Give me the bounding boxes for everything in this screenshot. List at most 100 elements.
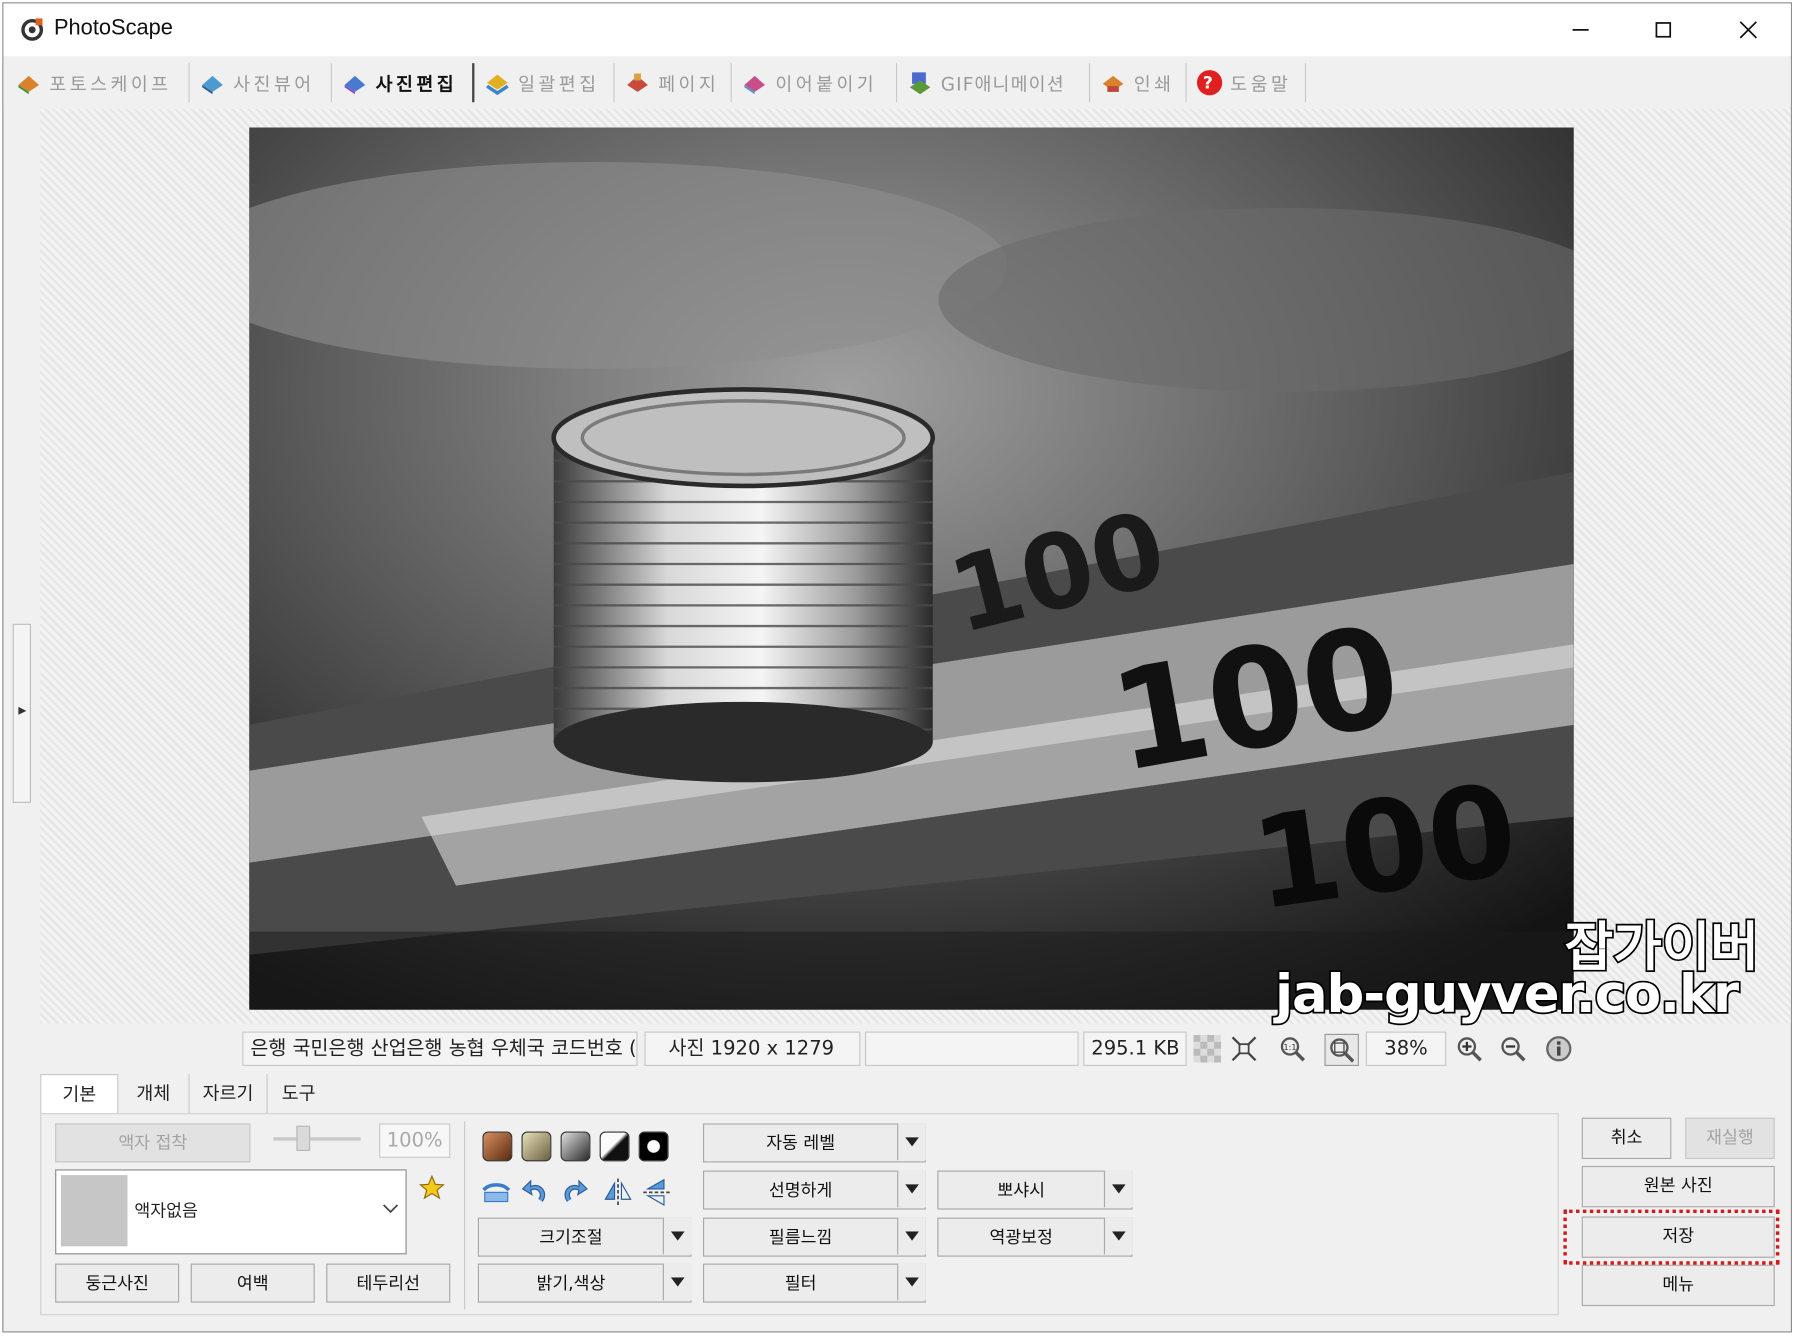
batch-editor-icon bbox=[486, 74, 509, 96]
filter-button[interactable]: 필터 bbox=[703, 1263, 926, 1303]
menu-button[interactable]: 메뉴 bbox=[1581, 1264, 1775, 1307]
tab-label: 페이지 bbox=[658, 73, 720, 96]
panel-divider bbox=[464, 1121, 466, 1310]
tab-label: 인쇄 bbox=[1133, 73, 1175, 96]
resize-dropdown-arrow[interactable] bbox=[662, 1217, 692, 1255]
tab-label: GIF애니메이션 bbox=[940, 73, 1065, 96]
original-photo-button[interactable]: 원본 사진 bbox=[1581, 1165, 1775, 1208]
editor-canvas[interactable]: 100 100 100 bbox=[40, 109, 1791, 1024]
photo-editor-icon bbox=[344, 75, 366, 95]
auto-level-dropdown[interactable]: 자동 레벨 bbox=[703, 1123, 926, 1163]
side-panel-toggle[interactable]: ▶ bbox=[12, 623, 32, 803]
auto-level-dropdown-arrow[interactable] bbox=[897, 1123, 926, 1161]
svg-text:1:1: 1:1 bbox=[1284, 1043, 1297, 1052]
backlight-dropdown-arrow[interactable] bbox=[1103, 1217, 1133, 1255]
subtab-crop[interactable]: 자르기 bbox=[190, 1074, 268, 1114]
undo-button[interactable]: 취소 bbox=[1581, 1117, 1672, 1160]
tab-label: 사진뷰어 bbox=[233, 73, 315, 96]
frame-apply-button[interactable]: 액자 접착 bbox=[55, 1123, 251, 1163]
film-effect-button[interactable]: 필름느낌 bbox=[703, 1217, 926, 1257]
tab-help[interactable]: ? 도움말 bbox=[1189, 63, 1307, 103]
flip-vertical-icon[interactable] bbox=[641, 1176, 673, 1208]
border-line-button[interactable]: 테두리선 bbox=[326, 1263, 451, 1303]
resize-button[interactable]: 크기조절 bbox=[477, 1217, 692, 1257]
frame-select[interactable]: 액자없음 bbox=[55, 1169, 407, 1255]
negative-button[interactable] bbox=[638, 1131, 669, 1162]
rotate-right-icon[interactable] bbox=[558, 1176, 590, 1208]
edited-photo[interactable]: 100 100 100 bbox=[249, 127, 1574, 1010]
coin-stack-photo: 100 100 100 bbox=[249, 127, 1574, 1010]
bloom-dropdown[interactable]: 뽀샤시 bbox=[937, 1170, 1133, 1210]
vintage-tone-button[interactable] bbox=[521, 1131, 552, 1162]
film-effect-dropdown[interactable]: 필름느낌 bbox=[703, 1217, 926, 1257]
tab-combine[interactable]: 이어붙이기 bbox=[734, 63, 898, 103]
frame-percent-input[interactable]: 100% bbox=[379, 1123, 451, 1158]
subtab-tools[interactable]: 도구 bbox=[268, 1074, 330, 1113]
close-icon bbox=[1739, 21, 1757, 39]
redo-button[interactable]: 재실행 bbox=[1685, 1117, 1775, 1160]
sharpen-dropdown[interactable]: 선명하게 bbox=[703, 1170, 926, 1210]
status-dimensions: 사진 1920 x 1279 bbox=[644, 1031, 861, 1066]
zoom-level: 38% bbox=[1365, 1031, 1447, 1066]
fit-screen-icon[interactable] bbox=[1228, 1034, 1260, 1064]
tab-label: 포토스케이프 bbox=[49, 73, 172, 96]
photoscape-logo-icon bbox=[21, 18, 44, 41]
minimize-icon bbox=[1572, 29, 1589, 31]
tab-photo-editor[interactable]: 사진편집 bbox=[334, 63, 475, 103]
round-photo-button[interactable]: 둥근사진 bbox=[55, 1263, 180, 1303]
zoom-fit-icon[interactable] bbox=[1324, 1033, 1359, 1066]
triangle-down-icon bbox=[1111, 1184, 1126, 1194]
zoom-actual-icon[interactable]: 1:1 bbox=[1276, 1034, 1308, 1064]
tab-page[interactable]: 페이지 bbox=[617, 63, 732, 103]
filter-dropdown[interactable]: 필터 bbox=[703, 1263, 926, 1303]
minimize-button[interactable] bbox=[1540, 10, 1620, 49]
maximize-icon bbox=[1655, 22, 1672, 38]
chevron-down-icon bbox=[383, 1204, 399, 1214]
status-empty bbox=[864, 1031, 1079, 1066]
brightness-color-dropdown-arrow[interactable] bbox=[662, 1263, 692, 1301]
resize-dropdown[interactable]: 크기조절 bbox=[477, 1217, 692, 1257]
zoom-out-icon[interactable] bbox=[1497, 1034, 1529, 1064]
rotate-left-icon[interactable] bbox=[519, 1176, 551, 1208]
sharpen-dropdown-arrow[interactable] bbox=[897, 1170, 926, 1208]
adjust-horizon-icon[interactable] bbox=[480, 1176, 512, 1208]
info-icon[interactable] bbox=[1543, 1034, 1575, 1064]
sharpen-button[interactable]: 선명하게 bbox=[703, 1170, 926, 1210]
save-highlight-box bbox=[1563, 1209, 1780, 1265]
tab-label: 이어붙이기 bbox=[775, 73, 878, 96]
status-bar: 은행 국민은행 산업은행 농협 우체국 코드번호 (2 사진 1920 x 12… bbox=[3, 1028, 1790, 1069]
close-button[interactable] bbox=[1708, 10, 1788, 49]
sepia-tone-button[interactable] bbox=[482, 1131, 513, 1162]
tab-label: 일괄편집 bbox=[518, 73, 600, 96]
print-icon bbox=[1102, 75, 1124, 92]
status-filename: 은행 국민은행 산업은행 농협 우체국 코드번호 (2 bbox=[242, 1031, 638, 1066]
frame-slider-thumb[interactable] bbox=[296, 1125, 311, 1151]
tab-print[interactable]: 인쇄 bbox=[1092, 63, 1187, 103]
film-effect-dropdown-arrow[interactable] bbox=[897, 1217, 926, 1255]
favorite-star-icon[interactable] bbox=[418, 1174, 446, 1202]
bloom-dropdown-arrow[interactable] bbox=[1103, 1170, 1133, 1208]
margin-button[interactable]: 여백 bbox=[190, 1263, 315, 1303]
flip-horizontal-icon[interactable] bbox=[602, 1176, 634, 1208]
tab-photoscape[interactable]: 포토스케이프 bbox=[8, 63, 190, 103]
tab-photo-viewer[interactable]: 사진뷰어 bbox=[192, 63, 332, 103]
main-tab-bar: 포토스케이프 사진뷰어 사진편집 일괄편집 페이지 이어붙이기 GIF애니메이션… bbox=[3, 58, 1791, 107]
tab-label: 도움말 bbox=[1230, 73, 1292, 96]
triangle-down-icon bbox=[670, 1277, 685, 1287]
auto-level-button[interactable]: 자동 레벨 bbox=[703, 1123, 926, 1163]
brightness-color-button[interactable]: 밝기,색상 bbox=[477, 1263, 692, 1303]
svg-text:?: ? bbox=[1203, 73, 1216, 93]
subtab-basic[interactable]: 기본 bbox=[40, 1074, 119, 1114]
brightness-color-dropdown[interactable]: 밝기,색상 bbox=[477, 1263, 692, 1303]
tab-gif-animation[interactable]: GIF애니메이션 bbox=[899, 63, 1091, 103]
transparency-grid-icon[interactable] bbox=[1191, 1034, 1223, 1064]
grayscale-button[interactable] bbox=[560, 1131, 591, 1162]
maximize-button[interactable] bbox=[1623, 10, 1703, 49]
zoom-in-icon[interactable] bbox=[1453, 1034, 1485, 1064]
backlight-dropdown[interactable]: 역광보정 bbox=[937, 1217, 1133, 1257]
subtab-object[interactable]: 개체 bbox=[118, 1074, 190, 1114]
filter-dropdown-arrow[interactable] bbox=[897, 1263, 926, 1301]
tab-batch-editor[interactable]: 일괄편집 bbox=[477, 63, 615, 103]
black-white-button[interactable] bbox=[599, 1131, 630, 1162]
frame-slider-track[interactable] bbox=[273, 1137, 361, 1141]
